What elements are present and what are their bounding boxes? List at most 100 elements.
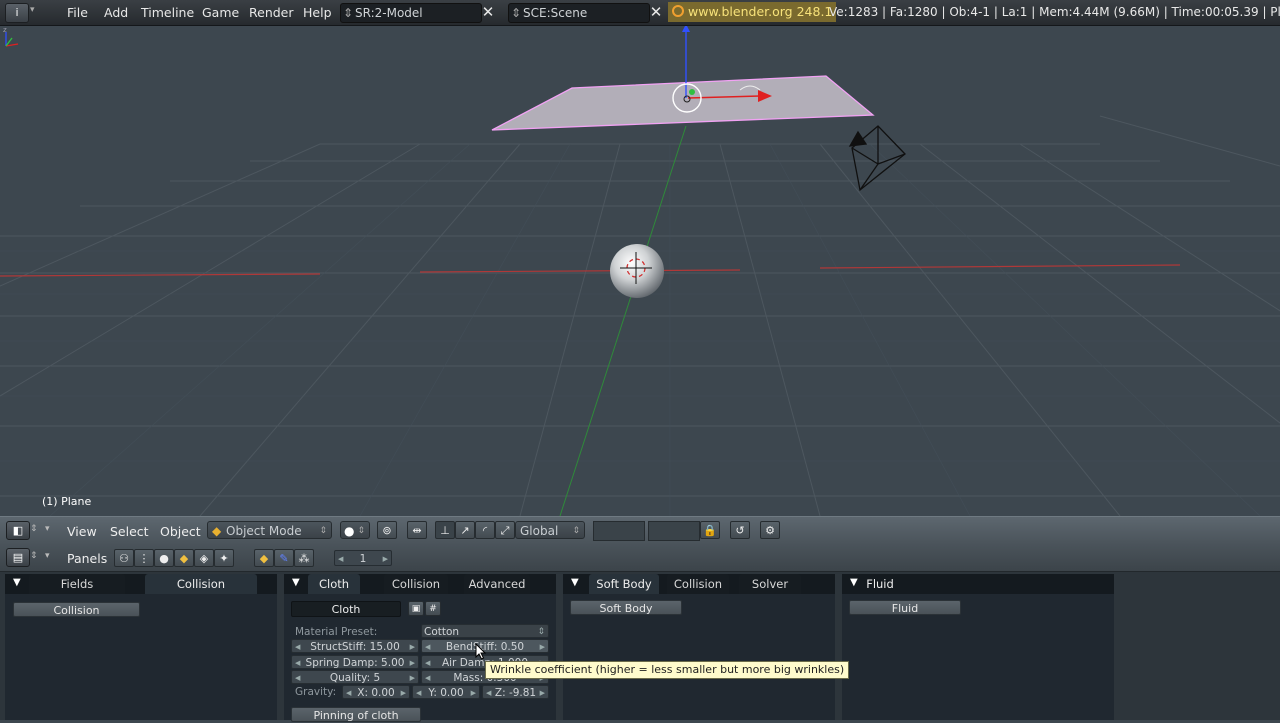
decrement-arrow-icon[interactable]: ◀ (346, 686, 351, 698)
svg-text:z: z (3, 26, 7, 34)
struct-stiff-field[interactable]: ◀ StructStiff: 15.00 ▶ (291, 639, 419, 653)
particles-subcontext-icon[interactable]: ⁂ (294, 549, 314, 567)
tab-cloth[interactable]: Cloth (308, 574, 360, 594)
layer-buttons-2[interactable] (648, 521, 700, 541)
increment-arrow-icon[interactable]: ▶ (540, 640, 545, 652)
fluid-toggle-button[interactable]: Fluid (849, 600, 961, 615)
decrement-arrow-icon[interactable]: ◀ (295, 656, 300, 668)
menu-help[interactable]: Help (303, 5, 332, 20)
align-icon[interactable]: ⇹ (407, 521, 427, 539)
render-opengl-icon[interactable]: ↺ (730, 521, 750, 539)
physics-subcontext-icon[interactable]: ✎ (274, 549, 294, 567)
decrement-arrow-icon[interactable]: ◀ (425, 656, 430, 668)
chevron-down-icon[interactable]: ▾ (45, 524, 50, 534)
delete-scene-icon[interactable]: ✕ (647, 3, 665, 21)
increment-arrow-icon[interactable]: ▶ (401, 686, 406, 698)
collapse-icon[interactable]: ⇕ (30, 551, 38, 561)
increment-arrow-icon[interactable]: ▶ (540, 686, 545, 698)
menu-view[interactable]: View (67, 524, 97, 539)
spring-damp-field[interactable]: ◀ Spring Damp: 5.00 ▶ (291, 655, 419, 669)
delete-screen-icon[interactable]: ✕ (479, 3, 497, 21)
decrement-arrow-icon[interactable]: ◀ (295, 671, 300, 683)
decrement-arrow-icon[interactable]: ◀ (295, 640, 300, 652)
frame-counter[interactable]: ◀ 1 ▶ (334, 550, 392, 566)
screen-name[interactable]: SR:2-Model (355, 6, 423, 20)
cloth-toggle-button[interactable]: Cloth (291, 601, 401, 617)
tab-soft-body[interactable]: Soft Body (589, 574, 659, 594)
increment-arrow-icon[interactable]: ▶ (383, 551, 388, 565)
pivot-icon[interactable]: ⊚ (377, 521, 397, 539)
sphere-object[interactable] (610, 244, 664, 298)
render-anim-icon[interactable]: ⚙ (760, 521, 780, 539)
collapse-triangle-icon[interactable]: ▼ (571, 577, 579, 588)
logic-context-icon[interactable]: ⚇ (114, 549, 134, 567)
chevron-down-icon[interactable]: ▾ (45, 551, 50, 561)
collision-toggle-button[interactable]: Collision (13, 602, 140, 617)
scene-selector[interactable]: ⇕ SCE:Scene (508, 3, 650, 23)
gravity-x-field[interactable]: ◀ X: 0.00 ▶ (342, 685, 410, 699)
scale-manipulator-icon[interactable]: ⤢ (495, 521, 515, 539)
menu-object[interactable]: Object (160, 524, 201, 539)
info-editor-icon[interactable]: i (5, 3, 29, 23)
script-context-icon[interactable]: ⋮ (134, 549, 154, 567)
soft-body-toggle-button[interactable]: Soft Body (570, 600, 682, 615)
tab-collision[interactable]: Collision (145, 574, 257, 594)
header-collapse-icon[interactable]: ▾ (30, 5, 35, 15)
collapse-triangle-icon[interactable]: ▼ (13, 577, 21, 588)
scene-stats: Ve:1283 | Fa:1280 | Ob:4-1 | La:1 | Mem:… (829, 5, 1280, 19)
material-preset-dropdown[interactable]: Cotton ⇕ (421, 624, 549, 638)
increment-arrow-icon[interactable]: ▶ (410, 656, 415, 668)
updown-arrow-icon: ⇕ (319, 526, 327, 536)
screen-selector[interactable]: ⇕ SR:2-Model (340, 3, 482, 23)
tab-softbody-collision[interactable]: Collision (667, 574, 729, 594)
menu-file[interactable]: File (67, 5, 88, 20)
quality-field[interactable]: ◀ Quality: 5 ▶ (291, 670, 419, 684)
increment-arrow-icon[interactable]: ▶ (410, 640, 415, 652)
draw-type-dropdown[interactable]: ● ⇕ (340, 521, 370, 539)
decrement-arrow-icon[interactable]: ◀ (425, 640, 430, 652)
spring-damp-value: Spring Damp: 5.00 (305, 657, 405, 669)
menu-timeline[interactable]: Timeline (141, 5, 194, 20)
object-context-icon[interactable]: ◆ (174, 549, 194, 567)
gravity-z-field[interactable]: ◀ Z: -9.81 ▶ (482, 685, 549, 699)
decrement-arrow-icon[interactable]: ◀ (425, 671, 430, 683)
shading-context-icon[interactable]: ● (154, 549, 174, 567)
3d-viewport[interactable]: z (0, 26, 1280, 516)
tab-fields[interactable]: Fields (29, 574, 125, 594)
menu-add[interactable]: Add (104, 5, 128, 20)
scene-context-icon[interactable]: ✦ (214, 549, 234, 567)
collapse-triangle-icon[interactable]: ▼ (850, 577, 858, 588)
blender-url-link[interactable]: www.blender.org 248.1 (668, 2, 837, 22)
collapse-icon[interactable]: ⇕ (30, 524, 38, 534)
layer-buttons-1[interactable] (593, 521, 645, 541)
tab-fluid[interactable]: Fluid (866, 574, 894, 594)
collapse-triangle-icon[interactable]: ▼ (292, 577, 300, 588)
buttons-editor-icon[interactable]: ▤ (6, 548, 30, 567)
camera-object[interactable] (848, 125, 906, 192)
lock-icon[interactable]: 🔒 (700, 521, 720, 539)
scene-name[interactable]: SCE:Scene (523, 6, 587, 20)
gravity-y-field[interactable]: ◀ Y: 0.00 ▶ (412, 685, 480, 699)
cache-icon[interactable]: ▣ (408, 601, 424, 616)
increment-arrow-icon[interactable]: ▶ (471, 686, 476, 698)
orientation-dropdown[interactable]: Global ⇕ (515, 521, 585, 539)
menu-select[interactable]: Select (110, 524, 149, 539)
tab-solver[interactable]: Solver (739, 574, 801, 594)
decrement-arrow-icon[interactable]: ◀ (416, 686, 421, 698)
editing-context-icon[interactable]: ◈ (194, 549, 214, 567)
increment-arrow-icon[interactable]: ▶ (410, 671, 415, 683)
object-subcontext-icon[interactable]: ◆ (254, 549, 274, 567)
translate-manipulator-icon[interactable]: ↗ (455, 521, 475, 539)
tab-cloth-collision[interactable]: Collision (384, 574, 448, 594)
decrement-arrow-icon[interactable]: ◀ (338, 551, 343, 565)
menu-game[interactable]: Game (202, 5, 239, 20)
menu-render[interactable]: Render (249, 5, 294, 20)
editor-type-icon[interactable]: ◧ (6, 521, 30, 540)
tab-advanced[interactable]: Advanced (464, 574, 530, 594)
decrement-arrow-icon[interactable]: ◀ (486, 686, 491, 698)
panels-menu[interactable]: Panels (67, 551, 107, 566)
grid-icon[interactable]: # (425, 601, 441, 616)
mode-dropdown[interactable]: ◆ Object Mode ⇕ (207, 521, 332, 539)
manipulator-toggle-icon[interactable]: ⊥ (435, 521, 455, 539)
rotate-manipulator-icon[interactable]: ◜ (475, 521, 495, 539)
